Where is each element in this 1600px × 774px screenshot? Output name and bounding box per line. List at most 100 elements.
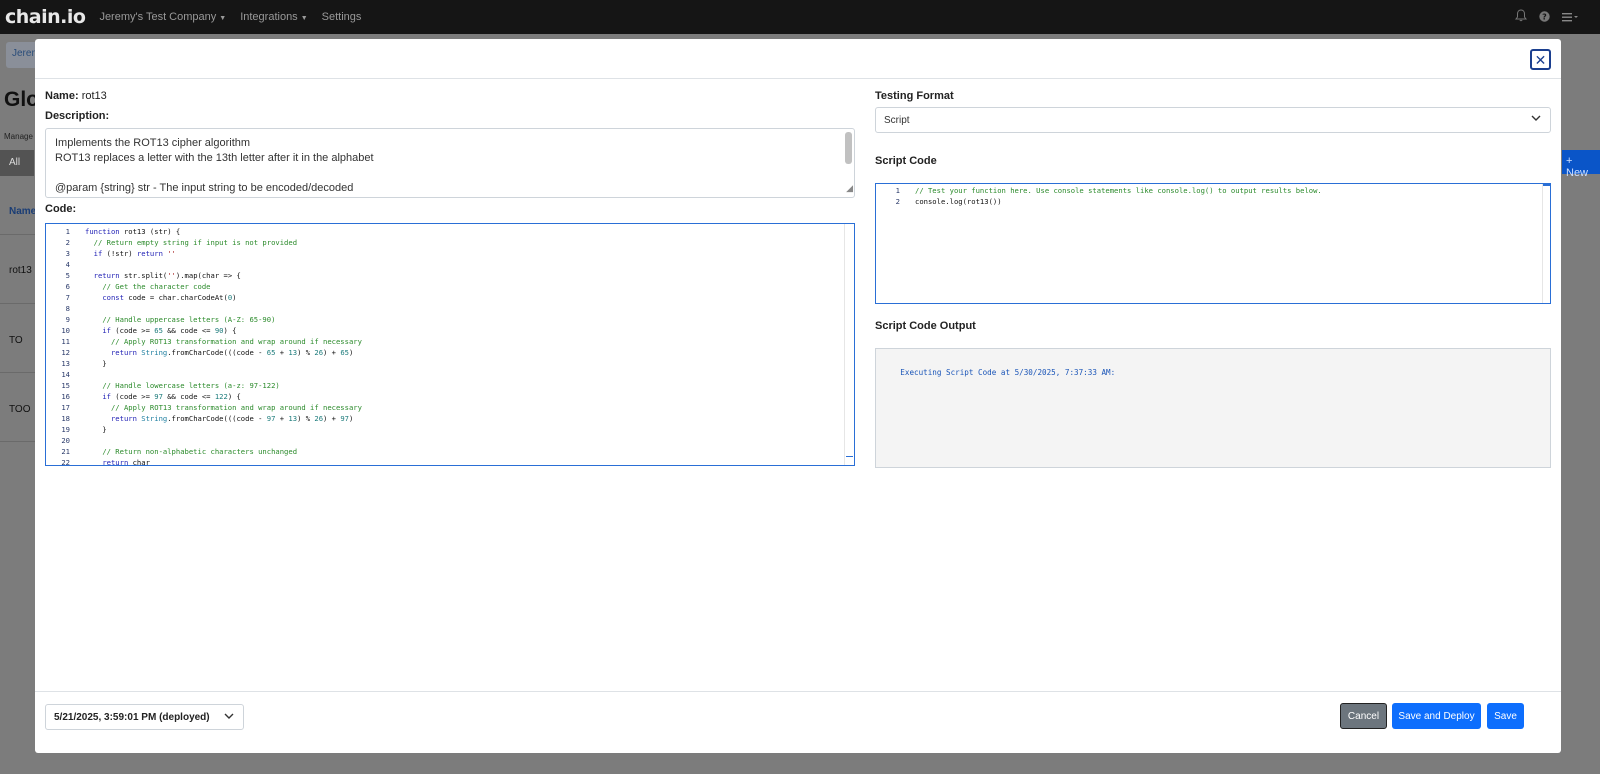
- caret-down-icon: ▼: [219, 15, 227, 22]
- code-line: 11 // Apply ROT13 transformation and wra…: [46, 336, 362, 347]
- line-content: if (code >= 97 && code <= 122) {: [102, 392, 241, 401]
- testing-format-select[interactable]: Script: [875, 107, 1551, 133]
- table-divider: [0, 234, 36, 235]
- integrations-menu-label: Integrations: [240, 11, 298, 23]
- tab-all: All: [0, 150, 34, 176]
- line-number: 17: [61, 403, 70, 412]
- navbar-right-icons: ?: [1515, 9, 1578, 25]
- line-content: return str.split('').map(char => {: [93, 271, 241, 280]
- script-code-editor[interactable]: 1 // Test your function here. Use console…: [875, 183, 1551, 304]
- code-line: 13 }: [46, 358, 362, 369]
- version-value: 5/21/2025, 3:59:01 PM (deployed): [54, 712, 210, 723]
- line-content: // Get the character code: [102, 282, 211, 291]
- description-scrollbar[interactable]: [845, 132, 852, 164]
- line-content: return String.fromCharCode(((code - 65 +…: [110, 348, 354, 357]
- line-number: 22: [61, 458, 70, 466]
- hamburger-menu-icon[interactable]: [1562, 10, 1578, 25]
- line-number: 13: [61, 359, 70, 368]
- version-select[interactable]: 5/21/2025, 3:59:01 PM (deployed): [45, 704, 244, 730]
- code-line: 12 return String.fromCharCode(((code - 6…: [46, 347, 362, 358]
- testing-format-label: Testing Format: [875, 90, 954, 102]
- name-field: Name: rot13: [45, 90, 107, 102]
- line-content: // Apply ROT13 transformation and wrap a…: [110, 337, 362, 346]
- new-button: + New: [1562, 150, 1600, 179]
- line-number: 11: [61, 337, 70, 346]
- line-content: // Return non-alphabetic characters unch…: [102, 447, 298, 456]
- line-number: 14: [61, 370, 70, 379]
- code-editor[interactable]: 1 function rot13 (str) {2 // Return empty…: [45, 223, 855, 466]
- code-line: 15 // Handle lowercase letters (a-z: 97-…: [46, 380, 362, 391]
- settings-link[interactable]: Settings: [322, 11, 362, 23]
- testing-format-value: Script: [884, 115, 910, 126]
- table-divider: [0, 372, 36, 373]
- line-number: 6: [65, 282, 70, 291]
- script-output-label: Script Code Output: [875, 320, 976, 332]
- code-line: 18 return String.fromCharCode(((code - 9…: [46, 413, 362, 424]
- code-line: 9 // Handle uppercase letters (A-Z: 65-9…: [46, 314, 362, 325]
- description-line: ROT13 replaces a letter with the 13th le…: [55, 152, 374, 164]
- script-line: 1 // Test your function here. Use console…: [876, 185, 1322, 196]
- name-label: Name:: [45, 90, 79, 102]
- line-number: 8: [65, 304, 70, 313]
- code-line: 2 // Return empty string if input is not…: [46, 237, 362, 248]
- resize-grip-icon[interactable]: ◢: [846, 181, 853, 196]
- line-number: 18: [61, 414, 70, 423]
- description-line: Implements the ROT13 cipher algorithm: [55, 137, 251, 149]
- line-content: [70, 303, 85, 314]
- line-number: 9: [65, 315, 70, 324]
- line-content: [70, 259, 85, 270]
- top-navbar: chain.io Jeremy's Test Company ▼ Integrat…: [0, 0, 1600, 34]
- line-number: 20: [61, 436, 70, 445]
- description-textarea[interactable]: Implements the ROT13 cipher algorithm RO…: [45, 128, 855, 198]
- line-content: }: [85, 359, 107, 368]
- line-number: 2: [895, 197, 900, 206]
- code-line: 14: [46, 369, 362, 380]
- close-button[interactable]: ✕: [1530, 49, 1551, 70]
- description-line: @param {string} str - The input string t…: [55, 182, 354, 194]
- code-line: 19 }: [46, 424, 362, 435]
- code-line: 3 if (!str) return '': [46, 248, 362, 259]
- modal-footer: 5/21/2025, 3:59:01 PM (deployed) Cancel …: [35, 691, 1561, 753]
- description-line: [55, 166, 845, 181]
- save-button[interactable]: Save: [1487, 703, 1524, 729]
- code-label: Code:: [45, 203, 77, 215]
- code-lines: 1 function rot13 (str) {2 // Return empty…: [46, 226, 362, 466]
- code-line: 22 return char: [46, 457, 362, 466]
- help-icon[interactable]: ?: [1539, 10, 1550, 25]
- line-number: 1: [895, 186, 900, 195]
- line-number: 5: [65, 271, 70, 280]
- line-content: // Handle lowercase letters (a-z: 97-122…: [102, 381, 280, 390]
- line-number: 15: [61, 381, 70, 390]
- code-line: 6 // Get the character code: [46, 281, 362, 292]
- table-divider: [0, 303, 36, 304]
- code-line: 1 function rot13 (str) {: [46, 226, 362, 237]
- svg-text:?: ?: [1542, 12, 1547, 21]
- company-menu[interactable]: Jeremy's Test Company ▼: [99, 11, 226, 23]
- code-line: 10 if (code >= 65 && code <= 90) {: [46, 325, 362, 336]
- line-content: console.log(rot13()): [915, 197, 1002, 206]
- chevron-down-icon: [224, 711, 234, 723]
- page-title: Glo: [4, 88, 39, 111]
- line-content: // Handle uppercase letters (A-Z: 65-90): [102, 315, 276, 324]
- code-editor-scrollbar[interactable]: [844, 224, 854, 465]
- code-line: 5 return str.split('').map(char => {: [46, 270, 362, 281]
- bell-icon[interactable]: [1515, 9, 1527, 25]
- table-row: TOO: [9, 404, 31, 415]
- caret-down-icon: ▼: [300, 15, 308, 22]
- line-content: [70, 369, 85, 380]
- line-number: 10: [61, 326, 70, 335]
- chainio-logo[interactable]: chain.io: [5, 6, 86, 28]
- script-output-panel: Executing Script Code at 5/30/2025, 7:37…: [875, 348, 1551, 468]
- line-number: 16: [61, 392, 70, 401]
- line-content: return String.fromCharCode(((code - 97 +…: [110, 414, 354, 423]
- line-content: return char: [102, 458, 150, 466]
- integrations-menu[interactable]: Integrations ▼: [240, 11, 307, 23]
- close-icon: ✕: [1534, 51, 1547, 68]
- table-divider: [0, 441, 36, 442]
- cancel-button[interactable]: Cancel: [1340, 703, 1387, 729]
- table-row: TO: [9, 335, 23, 346]
- script-editor-scrollbar[interactable]: [1542, 184, 1550, 303]
- code-line: 21 // Return non-alphabetic characters u…: [46, 446, 362, 457]
- save-and-deploy-button[interactable]: Save and Deploy: [1392, 703, 1481, 729]
- table-header-name: Name: [9, 206, 37, 217]
